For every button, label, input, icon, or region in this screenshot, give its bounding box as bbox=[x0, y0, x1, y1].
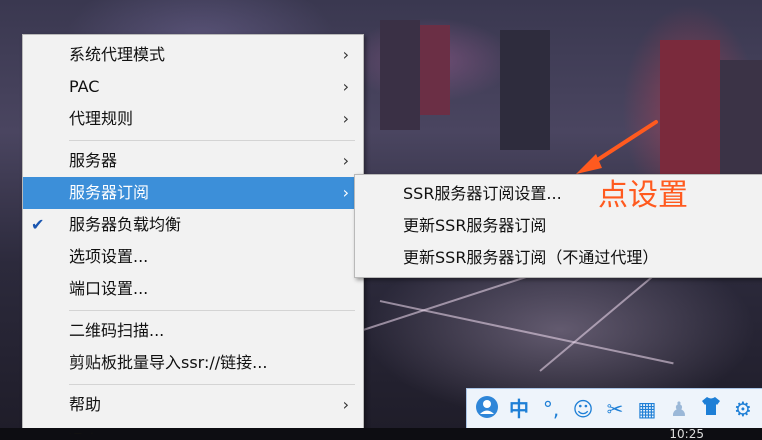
taskbar bbox=[0, 428, 762, 440]
desktop-background: 系统代理模式 › PAC › 代理规则 › 服务器 › 服务器订阅 › ✔ 服务… bbox=[0, 0, 762, 440]
menu-item-label: 帮助 bbox=[69, 395, 102, 414]
menu-item-label: 剪贴板批量导入ssr://链接... bbox=[69, 353, 268, 372]
annotation-text: 点设置 bbox=[598, 178, 688, 213]
menu-item-port-settings[interactable]: 端口设置... bbox=[23, 273, 363, 305]
chevron-right-icon: › bbox=[342, 45, 349, 64]
chevron-right-icon: › bbox=[342, 151, 349, 170]
building-decoration bbox=[720, 60, 762, 180]
context-menu: 系统代理模式 › PAC › 代理规则 › 服务器 › 服务器订阅 › ✔ 服务… bbox=[22, 34, 364, 436]
submenu-item-label: 更新SSR服务器订阅 bbox=[403, 216, 547, 235]
menu-item-label: 二维码扫描... bbox=[69, 321, 165, 340]
menu-separator bbox=[69, 384, 355, 385]
menu-item-exit[interactable]: 退出 bbox=[68, 426, 100, 434]
menu-item-qrcode-scan[interactable]: 二维码扫描... bbox=[23, 315, 363, 347]
punctuation-icon[interactable]: °, bbox=[537, 395, 565, 423]
menu-item-label: 选项设置... bbox=[69, 247, 149, 266]
annotation-arrow-icon bbox=[576, 120, 658, 174]
submenu-item-label: 更新SSR服务器订阅（不通过代理） bbox=[403, 248, 659, 267]
menu-item-label: 端口设置... bbox=[69, 279, 149, 298]
menu-item-label: 代理规则 bbox=[69, 109, 134, 128]
checkmark-icon: ✔ bbox=[31, 215, 45, 234]
submenu-item-ssr-subscription-settings[interactable]: SSR服务器订阅设置... bbox=[355, 178, 762, 210]
user-icon[interactable] bbox=[473, 395, 501, 423]
input-method-toolbar: 中 °, ☺ ✂ ▦ ♟ ⚙ bbox=[466, 388, 762, 430]
chinese-input-icon[interactable]: 中 bbox=[505, 395, 533, 423]
building-decoration bbox=[380, 20, 420, 130]
chevron-right-icon: › bbox=[342, 109, 349, 128]
emoji-icon[interactable]: ☺ bbox=[569, 395, 597, 423]
menu-item-pac[interactable]: PAC › bbox=[23, 71, 363, 103]
menu-item-label: 服务器订阅 bbox=[69, 183, 150, 202]
road-light-decoration bbox=[379, 300, 674, 365]
subscription-submenu: SSR服务器订阅设置... 更新SSR服务器订阅 更新SSR服务器订阅（不通过代… bbox=[354, 174, 762, 278]
person-icon[interactable]: ♟ bbox=[665, 395, 693, 423]
submenu-item-update-subscription-no-proxy[interactable]: 更新SSR服务器订阅（不通过代理） bbox=[355, 242, 762, 274]
menu-item-options[interactable]: 选项设置... bbox=[23, 241, 363, 273]
menu-item-proxy-rules[interactable]: 代理规则 › bbox=[23, 103, 363, 135]
menu-item-servers[interactable]: 服务器 › bbox=[23, 145, 363, 177]
menu-item-label: 服务器负载均衡 bbox=[69, 215, 182, 234]
menu-item-load-balance[interactable]: ✔ 服务器负载均衡 bbox=[23, 209, 363, 241]
submenu-item-update-subscription[interactable]: 更新SSR服务器订阅 bbox=[355, 210, 762, 242]
menu-item-label: 服务器 bbox=[69, 151, 118, 170]
menu-separator bbox=[69, 140, 355, 141]
building-decoration bbox=[660, 40, 720, 180]
taskbar-clock: 10:25 bbox=[669, 427, 704, 440]
menu-item-label: 系统代理模式 bbox=[69, 45, 166, 64]
menu-separator bbox=[69, 310, 355, 311]
building-decoration bbox=[420, 25, 450, 115]
gear-icon[interactable]: ⚙ bbox=[729, 395, 757, 423]
chevron-right-icon: › bbox=[342, 77, 349, 96]
keyboard-icon[interactable]: ▦ bbox=[633, 395, 661, 423]
menu-item-system-proxy-mode[interactable]: 系统代理模式 › bbox=[23, 39, 363, 71]
scissors-icon[interactable]: ✂ bbox=[601, 395, 629, 423]
building-decoration bbox=[500, 30, 550, 150]
menu-item-import-clipboard[interactable]: 剪贴板批量导入ssr://链接... bbox=[23, 347, 363, 379]
shirt-icon[interactable] bbox=[697, 395, 725, 423]
menu-item-label: PAC bbox=[69, 77, 100, 96]
chevron-right-icon: › bbox=[342, 395, 349, 414]
menu-item-help[interactable]: 帮助 › bbox=[23, 389, 363, 421]
submenu-item-label: SSR服务器订阅设置... bbox=[403, 184, 562, 203]
chevron-right-icon: › bbox=[342, 183, 349, 202]
menu-item-server-subscription[interactable]: 服务器订阅 › bbox=[23, 177, 363, 209]
